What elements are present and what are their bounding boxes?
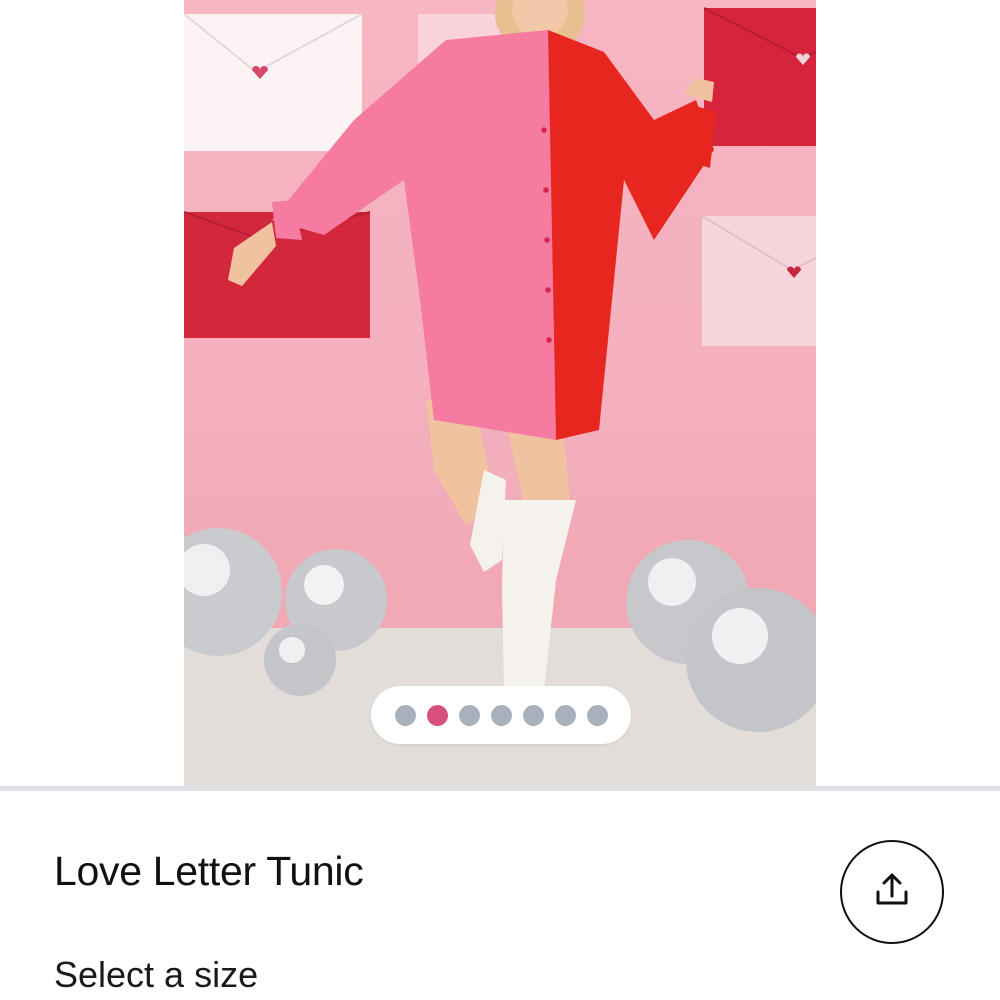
product-image-gallery[interactable] [0,0,1000,788]
select-size-label: Select a size [54,954,259,995]
product-photo[interactable] [184,0,816,786]
section-divider [0,786,1000,791]
carousel-dot[interactable] [522,704,544,726]
share-button[interactable] [840,840,944,944]
carousel-pagination [371,686,631,744]
carousel-dot[interactable] [554,704,576,726]
carousel-dot[interactable] [458,704,480,726]
share-upload-icon [870,868,914,917]
carousel-dot[interactable] [394,704,416,726]
carousel-dot[interactable] [490,704,512,726]
product-title: Love Letter Tunic [54,848,364,894]
carousel-dot-active[interactable] [426,704,448,726]
carousel-dot[interactable] [586,704,608,726]
